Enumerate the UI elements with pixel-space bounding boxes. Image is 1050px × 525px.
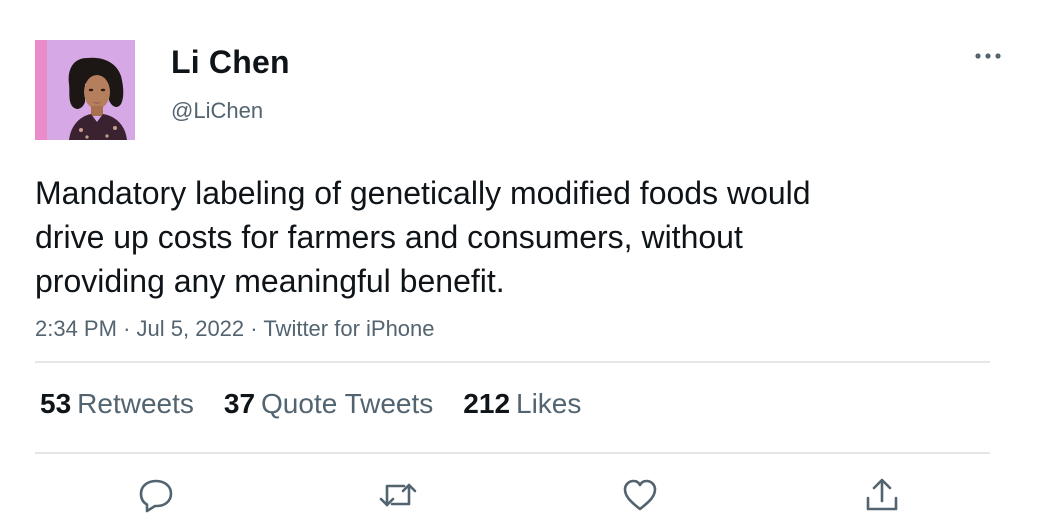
like-button[interactable] bbox=[618, 474, 662, 516]
author-display-name[interactable]: Li Chen bbox=[171, 44, 290, 81]
retweet-icon bbox=[379, 483, 417, 507]
meta-separator: · bbox=[123, 316, 131, 341]
more-dots-icon bbox=[975, 53, 1001, 59]
tweet-card: Li Chen @LiChen Mandatory labeling of ge… bbox=[0, 0, 1050, 525]
divider bbox=[35, 452, 990, 454]
engagement-stats: 53 Retweets 37 Quote Tweets 212 Likes bbox=[40, 388, 581, 420]
retweets-stat[interactable]: 53 Retweets bbox=[40, 388, 194, 420]
profile-photo-icon bbox=[35, 40, 135, 140]
heart-icon bbox=[623, 479, 657, 511]
author-handle[interactable]: @LiChen bbox=[171, 98, 263, 124]
quote-tweets-count: 37 bbox=[223, 388, 256, 419]
likes-stat[interactable]: 212 Likes bbox=[463, 388, 581, 420]
reply-icon bbox=[139, 479, 173, 513]
quote-tweets-stat[interactable]: 37 Quote Tweets bbox=[224, 388, 433, 420]
avatar[interactable] bbox=[35, 40, 135, 140]
reply-button[interactable] bbox=[134, 474, 178, 516]
more-options-button[interactable] bbox=[972, 44, 1004, 68]
retweets-label: Retweets bbox=[77, 388, 194, 419]
tweet-date[interactable]: Jul 5, 2022 bbox=[137, 316, 245, 341]
tweet-metadata: 2:34 PM · Jul 5, 2022 · Twitter for iPho… bbox=[35, 316, 435, 342]
tweet-time[interactable]: 2:34 PM bbox=[35, 316, 117, 341]
quote-tweets-label: Quote Tweets bbox=[261, 388, 434, 419]
likes-count: 212 bbox=[463, 388, 511, 419]
divider bbox=[35, 361, 990, 363]
upload-icon bbox=[866, 478, 898, 511]
action-bar bbox=[0, 474, 1050, 516]
tweet-source[interactable]: Twitter for iPhone bbox=[263, 316, 434, 341]
share-button[interactable] bbox=[860, 474, 904, 516]
retweets-count: 53 bbox=[40, 388, 72, 419]
meta-separator: · bbox=[250, 316, 258, 341]
tweet-text: Mandatory labeling of genetically modifi… bbox=[35, 175, 811, 299]
retweet-button[interactable] bbox=[376, 474, 420, 516]
likes-label: Likes bbox=[516, 388, 582, 419]
